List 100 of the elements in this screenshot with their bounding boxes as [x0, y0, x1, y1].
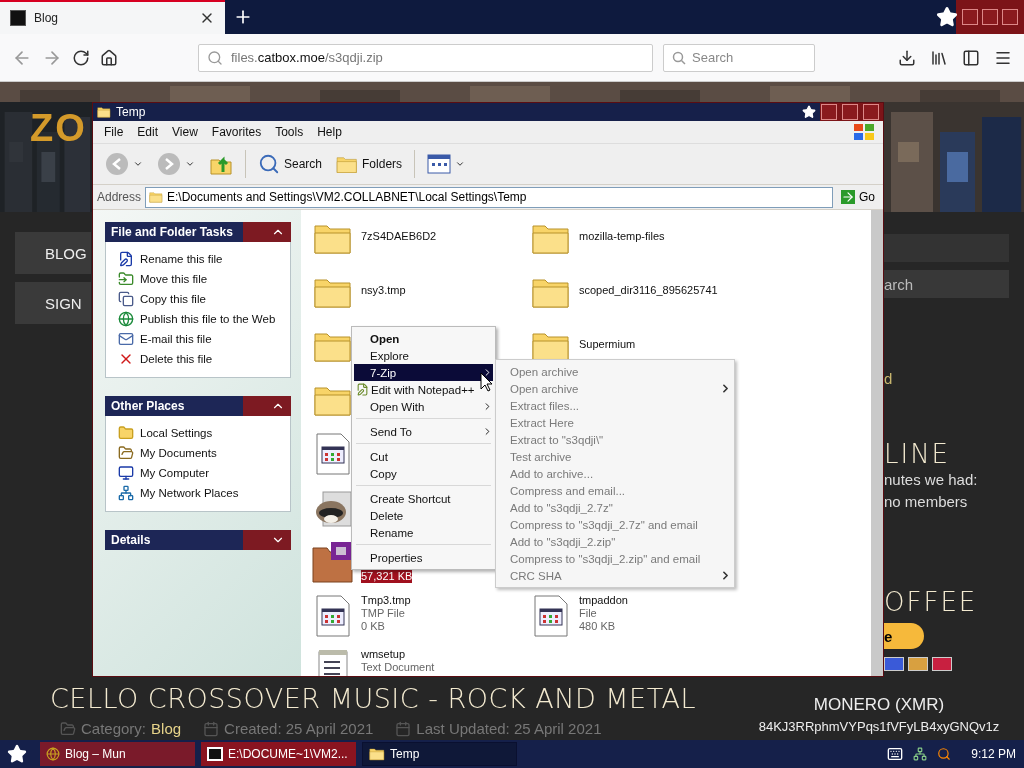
menu-item[interactable]: Open archive	[498, 380, 732, 397]
menu-item[interactable]: Delete	[354, 507, 493, 524]
file-label[interactable]: nsy3.tmp	[361, 284, 406, 297]
menu-item[interactable]: View	[167, 125, 203, 139]
network-icon[interactable]	[913, 747, 928, 761]
menu-item[interactable]: Compress and email...	[498, 482, 732, 499]
download-button[interactable]	[898, 48, 916, 67]
menu-item[interactable]: Add to "s3qdji_2.7z"	[498, 499, 732, 516]
menu-item[interactable]: Extract Here	[498, 414, 732, 431]
folders-button[interactable]: Folders	[332, 152, 407, 176]
menu-item[interactable]: 7-Zip	[354, 364, 493, 381]
search-field[interactable]: Search	[663, 43, 815, 72]
donate-button[interactable]: e	[884, 623, 924, 649]
search-button[interactable]: Search	[254, 151, 327, 177]
menu-item[interactable]: Edit	[132, 125, 164, 139]
task-link[interactable]: Local Settings	[118, 423, 282, 443]
archiver-icon	[207, 747, 223, 761]
site-search-button[interactable]: arch	[884, 270, 1009, 298]
nav-link[interactable]: SIGN	[15, 282, 91, 324]
taskbar-button[interactable]: E:\DOCUME~1\VM2...	[201, 742, 356, 766]
close-button[interactable]	[863, 104, 879, 120]
site-logo[interactable]: ZO	[30, 107, 87, 149]
menu-item[interactable]: Tools	[270, 125, 309, 139]
minimize-button[interactable]	[821, 104, 837, 120]
file-label[interactable]: wmsetup	[361, 648, 435, 661]
task-link[interactable]: My Computer	[118, 463, 282, 483]
go-button[interactable]: Go	[837, 190, 879, 204]
menu-item[interactable]: Extract files...	[498, 397, 732, 414]
search-icon[interactable]	[937, 747, 952, 761]
file-label[interactable]: mozilla-temp-files	[579, 230, 665, 243]
task-link[interactable]: Rename this file	[118, 249, 282, 269]
menu-item[interactable]: CRC SHA	[498, 567, 732, 584]
address-field[interactable]: E:\Documents and Settings\VM2.COLLABNET\Local Settings\Temp	[145, 186, 833, 208]
task-link[interactable]: My Documents	[118, 443, 282, 463]
browser-tab[interactable]: Blog	[0, 0, 225, 34]
menu-item[interactable]: Copy	[354, 465, 493, 482]
maximize-button[interactable]	[842, 104, 858, 120]
menu-item[interactable]: Compress to "s3qdji_2.zip" and email	[498, 550, 732, 567]
menu-item[interactable]: Create Shortcut	[354, 490, 493, 507]
monero-heading: MONERO (XMR)	[813, 695, 945, 715]
task-link[interactable]: Copy this file	[118, 289, 282, 309]
nav-link[interactable]: BLOG	[15, 232, 91, 274]
file-label[interactable]: Supermium	[579, 338, 636, 351]
task-panel-header[interactable]: Details	[105, 530, 291, 550]
task-panel-header[interactable]: Other Places	[105, 396, 291, 416]
task-panel-header[interactable]: File and Folder Tasks	[105, 222, 291, 242]
file-label[interactable]: Text Document	[361, 661, 435, 674]
menu-item[interactable]: Add to archive...	[498, 465, 732, 482]
scrollbar[interactable]	[871, 210, 883, 676]
file-label[interactable]: 0 KB	[361, 620, 411, 633]
maximize-button[interactable]	[982, 9, 998, 25]
menu-item[interactable]: Help	[312, 125, 347, 139]
window-title: Temp	[116, 105, 146, 119]
task-link[interactable]: E-mail this file	[118, 329, 282, 349]
sidebar-link[interactable]: d	[884, 370, 1009, 387]
menu-item[interactable]: Open	[354, 330, 493, 347]
file-label[interactable]: scoped_dir3116_895625741	[579, 284, 718, 297]
reload-button[interactable]	[72, 48, 90, 67]
article-date: Last Updated: 25 April 2021	[416, 720, 602, 738]
site-search-field[interactable]	[884, 234, 1009, 262]
menu-item[interactable]: Send To	[354, 423, 493, 440]
menu-item[interactable]: Rename	[354, 524, 493, 541]
sidebar-button[interactable]	[962, 48, 980, 67]
task-link[interactable]: My Network Places	[118, 483, 282, 503]
file-label[interactable]: TMP File	[361, 607, 411, 620]
menu-item[interactable]: Open archive	[498, 363, 732, 380]
menu-item[interactable]: Properties	[354, 549, 493, 566]
url-field[interactable]: files.catbox.moe/s3qdji.zip	[198, 43, 653, 72]
file-label[interactable]: File	[579, 607, 628, 620]
task-link[interactable]: Publish this file to the Web	[118, 309, 282, 329]
forward-icon	[157, 152, 181, 176]
minimize-button[interactable]	[962, 9, 978, 25]
tab-title: Blog	[34, 11, 60, 25]
menu-item[interactable]: File	[99, 125, 129, 139]
task-link[interactable]: Move this file	[118, 269, 282, 289]
menu-item[interactable]: Favorites	[206, 125, 267, 139]
menu-item[interactable]: Explore	[354, 347, 493, 364]
caret-icon	[133, 159, 143, 169]
menu-item[interactable]: Cut	[354, 448, 493, 465]
payment-card-icon	[932, 657, 952, 671]
taskbar-button[interactable]: Blog – Mun	[40, 742, 195, 766]
taskbar-button[interactable]: Temp	[362, 742, 517, 766]
menu-item[interactable]: Compress to "s3qdji_2.7z" and email	[498, 516, 732, 533]
file-label[interactable]: tmpaddon	[579, 594, 628, 607]
file-label[interactable]: 57,321 KB	[361, 570, 413, 583]
library-button[interactable]	[930, 48, 948, 67]
keyboard-icon[interactable]	[887, 746, 904, 762]
browser-icon	[46, 747, 60, 761]
task-link[interactable]: Delete this file	[118, 349, 282, 369]
menu-item[interactable]: Add to "s3qdji_2.zip"	[498, 533, 732, 550]
file-label[interactable]: 7zS4DAEB6D2	[361, 230, 437, 243]
menu-item[interactable]: Open With	[354, 398, 493, 415]
file-label[interactable]: Tmp3.tmp	[361, 594, 411, 607]
menu-item[interactable]: Test archive	[498, 448, 732, 465]
favicon-icon	[10, 10, 26, 26]
home-button[interactable]	[100, 48, 118, 67]
category-link[interactable]: Blog	[151, 720, 182, 738]
close-button[interactable]	[1002, 9, 1018, 25]
menu-item[interactable]: Extract to "s3qdji\"	[498, 431, 732, 448]
file-label[interactable]: 480 KB	[579, 620, 628, 633]
